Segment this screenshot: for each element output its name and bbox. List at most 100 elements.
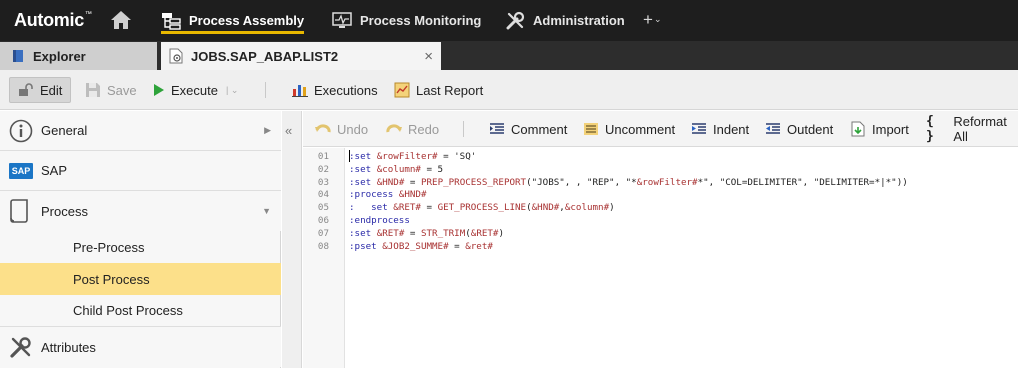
info-icon xyxy=(9,119,33,143)
braces-icon: { } xyxy=(926,114,934,144)
save-icon xyxy=(86,83,100,97)
nav-tab-process-assembly[interactable]: Process Assembly xyxy=(161,0,305,41)
sidebar-collapse-strip: « xyxy=(282,111,302,368)
outdent-label: Outdent xyxy=(787,121,834,137)
tab-document[interactable]: JOBS.SAP_ABAP.LIST2 × xyxy=(161,42,441,70)
sidebar-item-general[interactable]: General ▶ xyxy=(0,111,281,151)
line-number: 05 xyxy=(317,202,329,214)
sidebar-item-attributes[interactable]: Attributes xyxy=(0,327,281,367)
code-text: :set &rowFilter# = 'SQ' xyxy=(349,151,477,162)
sidebar-subitem-label: Pre-Process xyxy=(73,239,145,255)
attributes-tools-icon xyxy=(10,337,31,358)
code-text: :set &HND# = PREP_PROCESS_REPORT("JOBS",… xyxy=(349,176,908,188)
nav-tab-label: Process Assembly xyxy=(189,13,305,28)
collapse-sidebar-icon[interactable]: « xyxy=(285,123,292,138)
line-number: 06 xyxy=(317,215,329,226)
line-number: 07 xyxy=(317,227,329,239)
add-perspective-button[interactable]: +⌄ xyxy=(643,10,661,30)
nav-tab-administration[interactable]: Administration xyxy=(505,0,625,41)
uncomment-label: Uncomment xyxy=(605,121,676,137)
sidebar-subitem-pre-process[interactable]: Pre-Process xyxy=(0,231,281,263)
outdent-button[interactable]: Outdent xyxy=(765,117,833,141)
last-report-button[interactable]: Last Report xyxy=(386,77,491,103)
comment-button[interactable]: Comment xyxy=(489,117,567,141)
process-monitoring-icon xyxy=(332,12,352,28)
sidebar-item-label: Process xyxy=(41,203,88,219)
unlock-icon xyxy=(19,83,33,96)
tab-label: Explorer xyxy=(33,48,86,64)
object-sidebar: General ▶ SAP SAP Process ▼ Pre-Process … xyxy=(0,111,281,368)
explorer-icon xyxy=(13,50,23,62)
document-tab-row: Explorer JOBS.SAP_ABAP.LIST2 × xyxy=(0,41,1018,70)
logo-text: Automic xyxy=(14,10,84,30)
executions-button[interactable]: Executions xyxy=(284,77,386,103)
comment-lines-icon xyxy=(490,123,504,134)
line-number: 04 xyxy=(317,189,329,201)
uncomment-icon xyxy=(584,123,598,135)
sidebar-subitem-child-post-process[interactable]: Child Post Process xyxy=(0,295,281,327)
sidebar-subitem-post-process[interactable]: Post Process xyxy=(0,263,281,295)
sidebar-item-label: SAP xyxy=(41,163,68,178)
plus-icon: + xyxy=(643,10,653,29)
sap-logo-icon: SAP xyxy=(9,163,33,179)
redo-button[interactable]: Redo xyxy=(386,117,439,141)
nav-tab-label: Administration xyxy=(533,13,625,28)
undo-icon xyxy=(315,124,331,133)
close-icon[interactable]: × xyxy=(424,48,433,65)
line-number: 02 xyxy=(317,163,329,175)
executions-label: Executions xyxy=(314,82,378,98)
chevron-right-icon: ▶ xyxy=(264,125,271,135)
comment-label: Comment xyxy=(511,121,568,137)
document-icon xyxy=(10,199,28,223)
job-file-icon xyxy=(169,48,183,64)
sidebar-subitem-label: Child Post Process xyxy=(73,303,183,318)
process-assembly-icon xyxy=(162,12,181,30)
text-cursor xyxy=(349,150,350,162)
indent-button[interactable]: Indent xyxy=(691,117,749,141)
toolbar-separator xyxy=(265,82,266,98)
code-text: :set &RET# = STR_TRIM(&RET#) xyxy=(349,227,504,239)
last-report-label: Last Report xyxy=(416,82,484,98)
code-text: :process &HND# xyxy=(349,189,427,201)
chevron-down-icon: ▼ xyxy=(262,206,271,216)
undo-button[interactable]: Undo xyxy=(315,117,368,141)
reformat-all-button[interactable]: { } Reformat All xyxy=(926,114,1018,144)
code-text: :set &column# = 5 xyxy=(349,163,444,175)
code-text: :pset &JOB2_SUMME# = &ret# xyxy=(349,240,493,252)
import-button[interactable]: Import xyxy=(850,117,909,141)
sidebar-item-label: General xyxy=(41,123,88,138)
execute-button[interactable]: Execute | ⌄ xyxy=(145,77,246,103)
script-editor[interactable]: 01:set &rowFilter# = 'SQ' 02:set &column#… xyxy=(303,148,1018,368)
import-label: Import xyxy=(872,121,909,137)
indent-label: Indent xyxy=(713,121,750,137)
top-navigation-bar: Automic™ Process Assembly Process Monito… xyxy=(0,0,1018,41)
nav-tab-process-monitoring[interactable]: Process Monitoring xyxy=(332,0,481,41)
edit-button[interactable]: Edit xyxy=(9,77,72,103)
line-number: 08 xyxy=(317,240,329,252)
bar-chart-icon xyxy=(292,85,308,97)
uncomment-button[interactable]: Uncomment xyxy=(583,117,675,141)
edit-label: Edit xyxy=(40,82,63,98)
home-icon[interactable] xyxy=(109,9,133,31)
outdent-icon xyxy=(766,123,780,134)
sidebar-item-sap[interactable]: SAP SAP xyxy=(0,151,281,191)
report-icon xyxy=(394,82,410,98)
toolbar-separator xyxy=(463,121,464,137)
line-number: 03 xyxy=(317,176,329,188)
code-text: :endprocess xyxy=(349,215,410,226)
redo-icon xyxy=(386,124,402,133)
logo-trademark: ™ xyxy=(84,11,92,18)
save-button[interactable]: Save xyxy=(77,77,145,103)
tab-explorer[interactable]: Explorer xyxy=(0,42,157,70)
sidebar-subitem-label: Post Process xyxy=(73,271,150,287)
redo-label: Redo xyxy=(408,121,440,137)
nav-tab-label: Process Monitoring xyxy=(360,13,482,28)
indent-icon xyxy=(692,123,706,134)
execute-options-chevron-icon[interactable]: | ⌄ xyxy=(226,85,238,96)
automic-logo[interactable]: Automic™ xyxy=(14,10,92,31)
wrench-screwdriver-icon xyxy=(506,11,525,29)
play-icon xyxy=(154,84,164,96)
import-icon xyxy=(851,121,865,137)
sidebar-item-process[interactable]: Process ▼ xyxy=(0,191,281,231)
tab-label: JOBS.SAP_ABAP.LIST2 xyxy=(191,48,339,64)
